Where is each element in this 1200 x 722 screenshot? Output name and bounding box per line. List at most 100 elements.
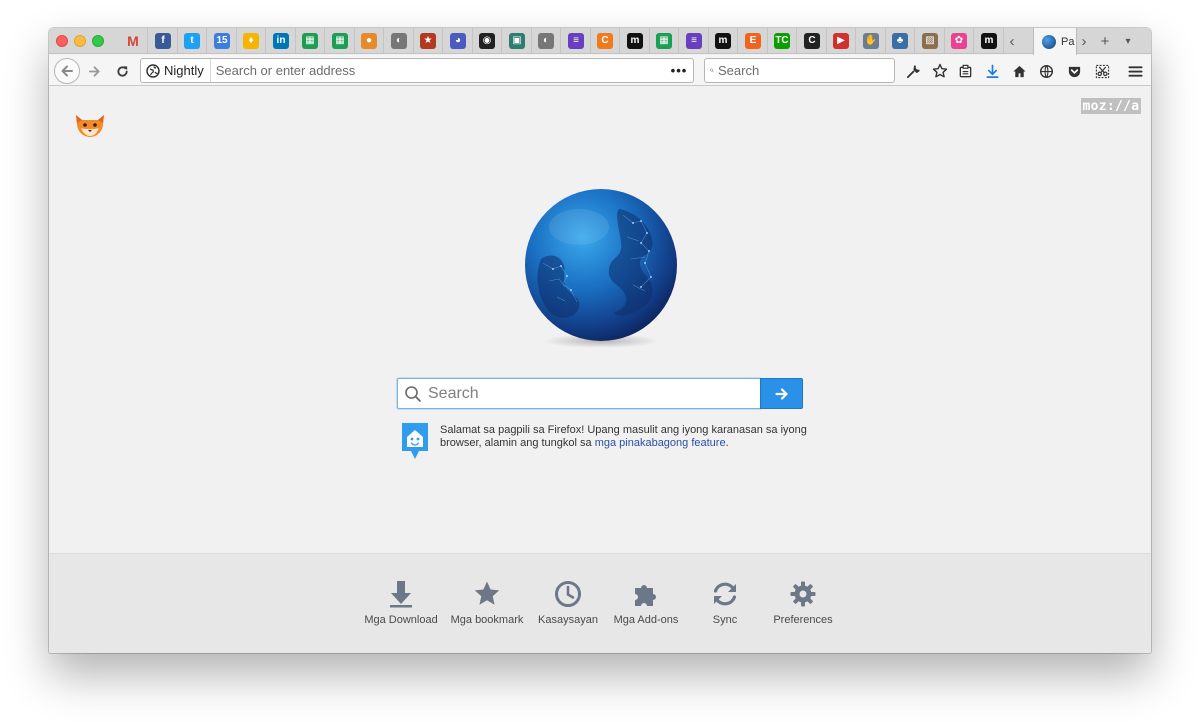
back-button[interactable]	[54, 58, 80, 84]
page-actions-button[interactable]: •••	[665, 63, 693, 78]
pinned-tab-medium-2[interactable]: m	[709, 28, 738, 54]
photo-favicon-icon: ▨	[922, 33, 938, 49]
home-page-content: moz://a Search Salamat sa pagpili sa Fir…	[49, 86, 1151, 553]
home-search-form	[397, 378, 803, 409]
wrench-icon	[906, 64, 920, 78]
close-window-button[interactable]	[56, 35, 68, 47]
pinned-tab-github[interactable]: ◉	[473, 28, 502, 54]
zoom-window-button[interactable]	[92, 35, 104, 47]
launcher-bar: Mga Download Mga bookmark Kasaysayan Mga…	[49, 553, 1151, 653]
star-icon	[474, 581, 500, 605]
forms-favicon-icon: ≡	[568, 33, 584, 49]
pinned-tab-contact[interactable]: ▣	[503, 28, 532, 54]
pinned-tab-people[interactable]: ♣	[886, 28, 915, 54]
pinned-tab-sheets-2[interactable]: ▦	[326, 28, 355, 54]
url-input[interactable]	[210, 63, 665, 78]
home-search-field[interactable]	[397, 378, 760, 409]
sheets-2-favicon-icon: ▦	[332, 33, 348, 49]
pinned-tab-etsy[interactable]: E	[739, 28, 768, 54]
home-button[interactable]	[1008, 60, 1030, 82]
launcher-label: Preferences	[773, 614, 833, 626]
reload-button[interactable]	[111, 60, 133, 82]
gear-icon	[790, 581, 816, 607]
pinned-tab-c-app[interactable]: C	[591, 28, 620, 54]
gmail-favicon-icon: M	[127, 33, 139, 49]
main-menu-button[interactable]	[1124, 60, 1146, 82]
launcher-addons-button[interactable]: Mga Add-ons	[601, 579, 691, 626]
star-favicon-icon: ★	[420, 33, 436, 49]
identity-label: Nightly	[164, 63, 204, 78]
pinned-tab-basketball[interactable]: ●	[355, 28, 384, 54]
calendar-favicon-icon: 15	[214, 33, 230, 49]
pinned-tab-twitter[interactable]: t	[178, 28, 207, 54]
pinned-tab-gmail[interactable]: M	[119, 28, 148, 54]
pinned-tab-keep[interactable]: ♦	[237, 28, 266, 54]
pinned-tab-video[interactable]: ▶	[827, 28, 856, 54]
tab-scroll-left-button[interactable]: ‹	[1002, 31, 1022, 51]
pinned-tab-globe[interactable]: ◐	[385, 28, 414, 54]
github-favicon-icon: ◉	[479, 33, 495, 49]
toolbar-search-bar[interactable]	[704, 58, 895, 83]
home-icon	[1012, 65, 1026, 77]
bookmarks-menu-button[interactable]	[954, 60, 976, 82]
list-all-tabs-button[interactable]: ▾	[1118, 31, 1138, 51]
pinned-tab-sheets[interactable]: ▦	[296, 28, 325, 54]
pinned-tab-forms[interactable]: ≡	[562, 28, 591, 54]
developer-tools-button[interactable]	[902, 60, 924, 82]
arrow-right-icon	[88, 65, 100, 77]
launcher-label: Sync	[712, 614, 738, 626]
pinned-tab-photos[interactable]: ✿	[945, 28, 974, 54]
globe-2-favicon-icon: ◐	[538, 33, 554, 49]
pocket-button[interactable]	[1063, 60, 1085, 82]
fox-mascot-icon	[76, 115, 104, 137]
people-favicon-icon: ♣	[892, 33, 908, 49]
identity-box[interactable]: Nightly	[141, 59, 211, 82]
pinned-tab-calendar[interactable]: 15	[208, 28, 237, 54]
pinned-tab-medium[interactable]: m	[621, 28, 650, 54]
arrow-left-icon	[61, 65, 73, 77]
launcher-preferences-button[interactable]: Preferences	[758, 579, 848, 626]
tab-title: Pa	[1061, 35, 1075, 48]
forward-button[interactable]	[83, 60, 105, 82]
toolbar-search-input[interactable]	[714, 63, 894, 78]
tab-active[interactable]: Pa	[1033, 28, 1077, 55]
pinned-tab-techcrunch[interactable]: TC	[768, 28, 797, 54]
screenshots-button[interactable]	[1091, 60, 1113, 82]
url-bar[interactable]: Nightly •••	[140, 58, 694, 83]
bookmark-star-button[interactable]	[929, 60, 951, 82]
launcher-history-button[interactable]: Kasaysayan	[523, 579, 613, 626]
pinned-tab-star[interactable]: ★	[414, 28, 443, 54]
minimize-window-button[interactable]	[74, 35, 86, 47]
pinned-tab-facebook[interactable]: f	[149, 28, 178, 54]
arrow-right-icon	[774, 387, 788, 400]
pinned-tab-hand[interactable]: ✋	[857, 28, 886, 54]
launcher-sync-button[interactable]: Sync	[680, 579, 770, 626]
hamburger-menu-icon	[1127, 65, 1143, 77]
pinned-tab-c-circle[interactable]: C	[798, 28, 827, 54]
snippet: Salamat sa pagpili sa Firefox! Upang mas…	[401, 422, 821, 462]
search-submit-button[interactable]	[760, 378, 803, 409]
pinned-tab-medium-3[interactable]: m	[975, 28, 1004, 54]
pinned-tab-forms-2[interactable]: ≡	[680, 28, 709, 54]
snippet-link[interactable]: mga pinakabagong feature	[595, 437, 726, 449]
launcher-downloads-button[interactable]: Mga Download	[356, 579, 446, 626]
new-tab-button[interactable]: +	[1095, 31, 1115, 51]
tab-scroll-right-button[interactable]: ›	[1074, 31, 1094, 51]
downloads-button[interactable]	[981, 60, 1003, 82]
pinned-tab-photo[interactable]: ▨	[916, 28, 945, 54]
pinned-tab-globe-2[interactable]: ◐	[532, 28, 561, 54]
pinned-tab-monitor[interactable]: ◕	[444, 28, 473, 54]
clock-icon	[555, 581, 581, 607]
pinned-tab-sheets-3[interactable]: ▦	[650, 28, 679, 54]
web-compat-button[interactable]	[1035, 60, 1057, 82]
forms-2-favicon-icon: ≡	[686, 33, 702, 49]
launcher-bookmarks-button[interactable]: Mga bookmark	[442, 579, 532, 626]
pinned-tab-linkedin[interactable]: in	[267, 28, 296, 54]
snippet-text: Salamat sa pagpili sa Firefox! Upang mas…	[440, 424, 820, 450]
launcher-label: Mga Add-ons	[613, 614, 679, 626]
nightly-globe-favicon-icon	[1042, 34, 1056, 49]
home-search-input[interactable]	[422, 384, 760, 403]
mozilla-logo[interactable]: moz://a	[1081, 98, 1141, 114]
puzzle-icon	[635, 585, 656, 606]
snippet-house-icon	[402, 423, 428, 459]
